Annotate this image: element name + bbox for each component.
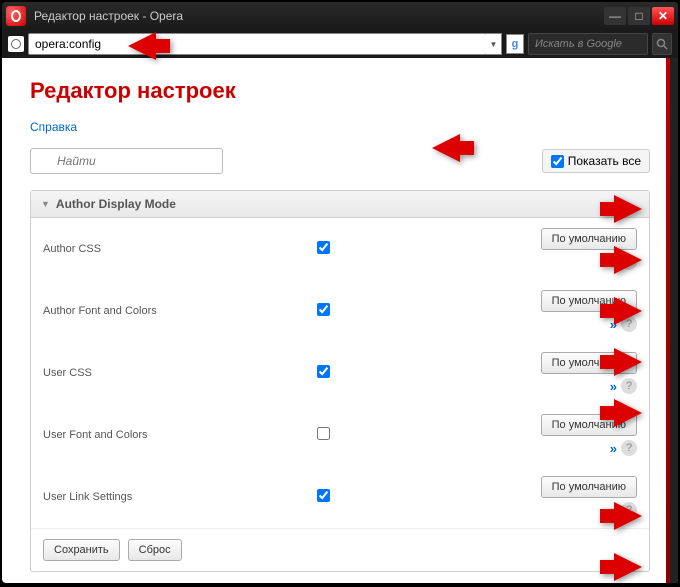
- collapse-icon: ▼: [41, 199, 50, 209]
- help-link[interactable]: Справка: [30, 120, 77, 134]
- default-button[interactable]: По умолчанию: [541, 414, 637, 436]
- scrollbar[interactable]: [670, 58, 678, 583]
- help-icon[interactable]: ?: [621, 316, 637, 332]
- help-icon[interactable]: ?: [621, 254, 637, 270]
- user-css-checkbox[interactable]: [317, 365, 330, 378]
- find-input[interactable]: [30, 148, 223, 174]
- section-actions: Сохранить Сброс: [31, 528, 649, 571]
- default-button[interactable]: По умолчанию: [541, 476, 637, 498]
- help-icon[interactable]: ?: [621, 440, 637, 456]
- setting-row: User Link Settings По умолчанию » ?: [31, 466, 649, 528]
- titlebar: Редактор настроек - Opera — □ ✕: [2, 2, 678, 30]
- save-button[interactable]: Сохранить: [43, 539, 120, 561]
- author-css-checkbox[interactable]: [317, 241, 330, 254]
- details-link[interactable]: »: [610, 441, 617, 456]
- address-bar: ▼ g Искать в Google: [2, 30, 678, 58]
- opera-menu-button[interactable]: [6, 6, 26, 26]
- window-title: Редактор настроек - Opera: [34, 9, 604, 23]
- setting-row: User Font and Colors По умолчанию » ?: [31, 404, 649, 466]
- opera-icon: [11, 10, 21, 22]
- page-title: Редактор настроек: [30, 78, 650, 104]
- maximize-button[interactable]: □: [628, 7, 650, 25]
- default-button[interactable]: По умолчанию: [541, 228, 637, 250]
- user-link-checkbox[interactable]: [317, 489, 330, 502]
- setting-row: User CSS По умолчанию » ?: [31, 342, 649, 404]
- find-row: Показать все: [30, 148, 650, 174]
- details-link[interactable]: »: [610, 255, 617, 270]
- setting-row: Author Font and Colors По умолчанию » ?: [31, 280, 649, 342]
- setting-row: Author CSS По умолчанию » ?: [31, 218, 649, 280]
- search-input[interactable]: Искать в Google: [528, 33, 648, 55]
- user-font-checkbox[interactable]: [317, 427, 330, 440]
- url-input[interactable]: [28, 33, 487, 55]
- page-content: Редактор настроек Справка Показать все ▼…: [2, 58, 678, 583]
- help-icon[interactable]: ?: [621, 502, 637, 518]
- section-author-display-mode: ▼ Author Display Mode Author CSS По умол…: [30, 190, 650, 572]
- url-dropdown[interactable]: ▼: [486, 33, 502, 55]
- search-button[interactable]: [652, 33, 672, 55]
- reset-button[interactable]: Сброс: [128, 539, 182, 561]
- minimize-button[interactable]: —: [604, 7, 626, 25]
- show-all-checkbox[interactable]: [551, 155, 564, 168]
- author-font-checkbox[interactable]: [317, 303, 330, 316]
- window-controls: — □ ✕: [604, 7, 674, 25]
- section-header[interactable]: ▼ Author Display Mode: [31, 191, 649, 218]
- browser-window: Редактор настроек - Opera — □ ✕ ▼ g Иска…: [2, 2, 678, 583]
- close-button[interactable]: ✕: [652, 7, 674, 25]
- google-icon[interactable]: g: [506, 34, 524, 54]
- details-link[interactable]: »: [610, 317, 617, 332]
- details-link[interactable]: »: [610, 379, 617, 394]
- default-button[interactable]: По умолчанию: [541, 290, 637, 312]
- page-icon: [8, 36, 24, 52]
- details-link[interactable]: »: [610, 503, 617, 518]
- show-all-toggle[interactable]: Показать все: [542, 149, 650, 173]
- default-button[interactable]: По умолчанию: [541, 352, 637, 374]
- help-icon[interactable]: ?: [621, 378, 637, 394]
- magnifier-icon: [656, 38, 668, 50]
- gear-icon: [11, 39, 21, 49]
